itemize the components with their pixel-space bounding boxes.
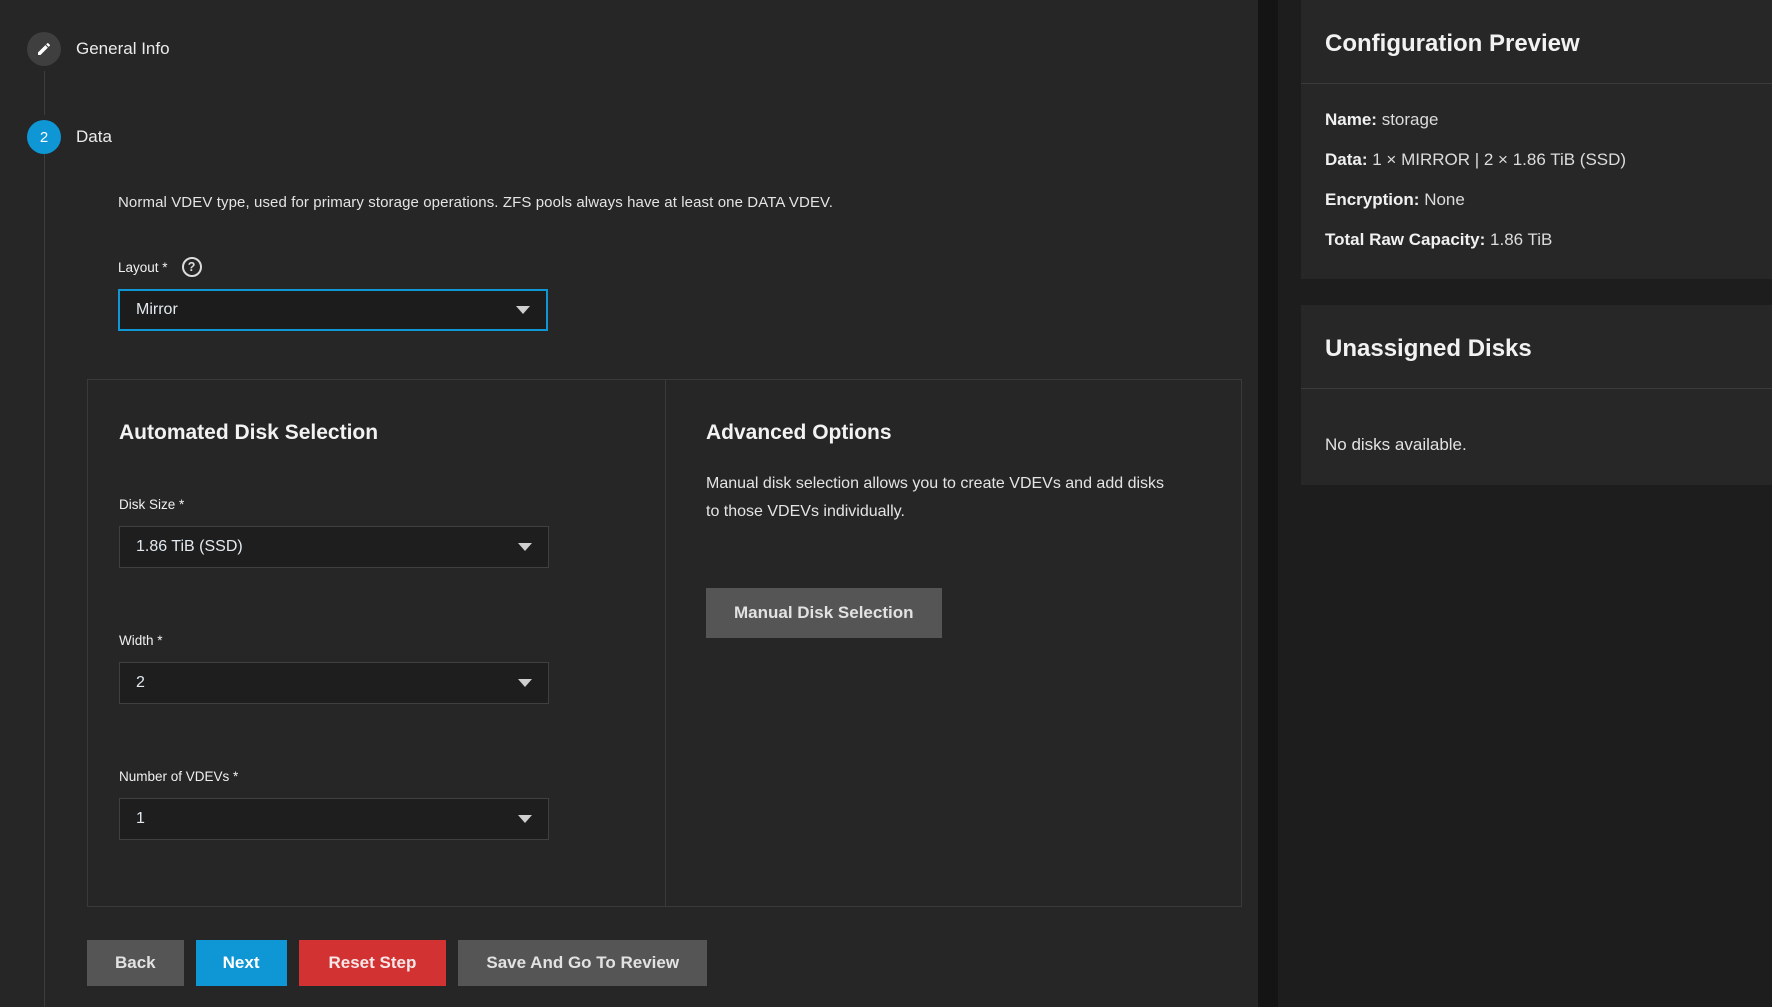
configuration-preview-header: Configuration Preview bbox=[1301, 0, 1772, 84]
stepper-connector bbox=[44, 71, 45, 115]
width-select-value: 2 bbox=[136, 674, 145, 692]
content-sidebar-divider bbox=[1258, 0, 1278, 1007]
config-row-data-value: 1 × MIRROR | 2 × 1.86 TiB (SSD) bbox=[1372, 150, 1626, 169]
no-disks-message: No disks available. bbox=[1325, 425, 1748, 455]
advanced-options-title: Advanced Options bbox=[706, 420, 1201, 446]
step-number: 2 bbox=[40, 129, 48, 146]
sidebar: Configuration Preview Name: storage Data… bbox=[1278, 0, 1772, 1007]
layout-select[interactable]: Mirror bbox=[118, 289, 548, 331]
configuration-preview-title: Configuration Preview bbox=[1325, 29, 1748, 59]
disk-size-select[interactable]: 1.86 TiB (SSD) bbox=[119, 526, 549, 568]
advanced-options-description: Manual disk selection allows you to crea… bbox=[706, 470, 1171, 526]
chevron-down-icon bbox=[516, 306, 530, 314]
unassigned-disks-title: Unassigned Disks bbox=[1325, 334, 1748, 364]
chevron-down-icon bbox=[518, 815, 532, 823]
advanced-options-section: Advanced Options Manual disk selection a… bbox=[665, 380, 1241, 906]
width-select[interactable]: 2 bbox=[119, 662, 549, 704]
config-row-capacity: Total Raw Capacity: 1.86 TiB bbox=[1325, 230, 1748, 249]
step-data[interactable]: 2 Data bbox=[27, 120, 1258, 154]
step-label-data: Data bbox=[76, 127, 112, 147]
layout-select-value: Mirror bbox=[136, 301, 178, 319]
wizard-step-area: General Info 2 Data Normal VDEV type, us… bbox=[0, 0, 1258, 1007]
unassigned-disks-header: Unassigned Disks bbox=[1301, 305, 1772, 389]
config-row-name-label: Name: bbox=[1325, 110, 1377, 129]
reset-step-button[interactable]: Reset Step bbox=[299, 940, 447, 986]
edit-icon bbox=[36, 41, 52, 57]
layout-label: Layout * bbox=[118, 260, 168, 275]
config-row-capacity-label: Total Raw Capacity: bbox=[1325, 230, 1485, 249]
number-of-vdevs-select[interactable]: 1 bbox=[119, 798, 549, 840]
unassigned-disks-body: No disks available. bbox=[1301, 389, 1772, 485]
chevron-down-icon bbox=[518, 543, 532, 551]
step-label-general-info: General Info bbox=[76, 39, 170, 59]
step-actions: Back Next Reset Step Save And Go To Revi… bbox=[87, 940, 1258, 986]
width-field: Width * 2 bbox=[119, 632, 665, 704]
config-row-encryption-label: Encryption: bbox=[1325, 190, 1419, 209]
automated-disk-selection-title: Automated Disk Selection bbox=[119, 420, 665, 446]
config-row-capacity-value: 1.86 TiB bbox=[1490, 230, 1552, 249]
step-general-info-circle bbox=[27, 32, 61, 66]
number-of-vdevs-select-value: 1 bbox=[136, 810, 145, 828]
configuration-preview-body: Name: storage Data: 1 × MIRROR | 2 × 1.8… bbox=[1301, 84, 1772, 279]
disk-size-field: Disk Size * 1.86 TiB (SSD) bbox=[119, 496, 665, 568]
automated-disk-selection-section: Automated Disk Selection Disk Size * 1.8… bbox=[88, 380, 665, 906]
layout-section: Normal VDEV type, used for primary stora… bbox=[87, 194, 1258, 331]
unassigned-disks-card: Unassigned Disks No disks available. bbox=[1301, 305, 1772, 485]
config-row-data: Data: 1 × MIRROR | 2 × 1.86 TiB (SSD) bbox=[1325, 150, 1748, 169]
width-label: Width * bbox=[119, 633, 163, 648]
disk-selection-panel: Automated Disk Selection Disk Size * 1.8… bbox=[87, 379, 1242, 907]
config-row-encryption: Encryption: None bbox=[1325, 190, 1748, 209]
save-and-go-to-review-button[interactable]: Save And Go To Review bbox=[458, 940, 707, 986]
config-row-data-label: Data: bbox=[1325, 150, 1368, 169]
config-row-name: Name: storage bbox=[1325, 110, 1748, 129]
chevron-down-icon bbox=[518, 679, 532, 687]
step-general-info[interactable]: General Info bbox=[27, 32, 1258, 66]
pool-creation-wizard: General Info 2 Data Normal VDEV type, us… bbox=[0, 0, 1772, 1007]
step-data-circle: 2 bbox=[27, 120, 61, 154]
help-icon[interactable]: ? bbox=[182, 257, 202, 277]
config-row-name-value: storage bbox=[1382, 110, 1439, 129]
step-data-content: Normal VDEV type, used for primary stora… bbox=[44, 154, 1258, 1007]
vdev-description: Normal VDEV type, used for primary stora… bbox=[118, 194, 1258, 211]
layout-label-row: Layout * ? bbox=[118, 257, 1258, 277]
disk-size-label: Disk Size * bbox=[119, 497, 184, 512]
configuration-preview-card: Configuration Preview Name: storage Data… bbox=[1301, 0, 1772, 279]
number-of-vdevs-label: Number of VDEVs * bbox=[119, 769, 238, 784]
number-of-vdevs-field: Number of VDEVs * 1 bbox=[119, 768, 665, 840]
next-button[interactable]: Next bbox=[196, 940, 287, 986]
manual-disk-selection-button[interactable]: Manual Disk Selection bbox=[706, 588, 942, 638]
disk-size-select-value: 1.86 TiB (SSD) bbox=[136, 538, 243, 556]
config-row-encryption-value: None bbox=[1424, 190, 1465, 209]
back-button[interactable]: Back bbox=[87, 940, 184, 986]
